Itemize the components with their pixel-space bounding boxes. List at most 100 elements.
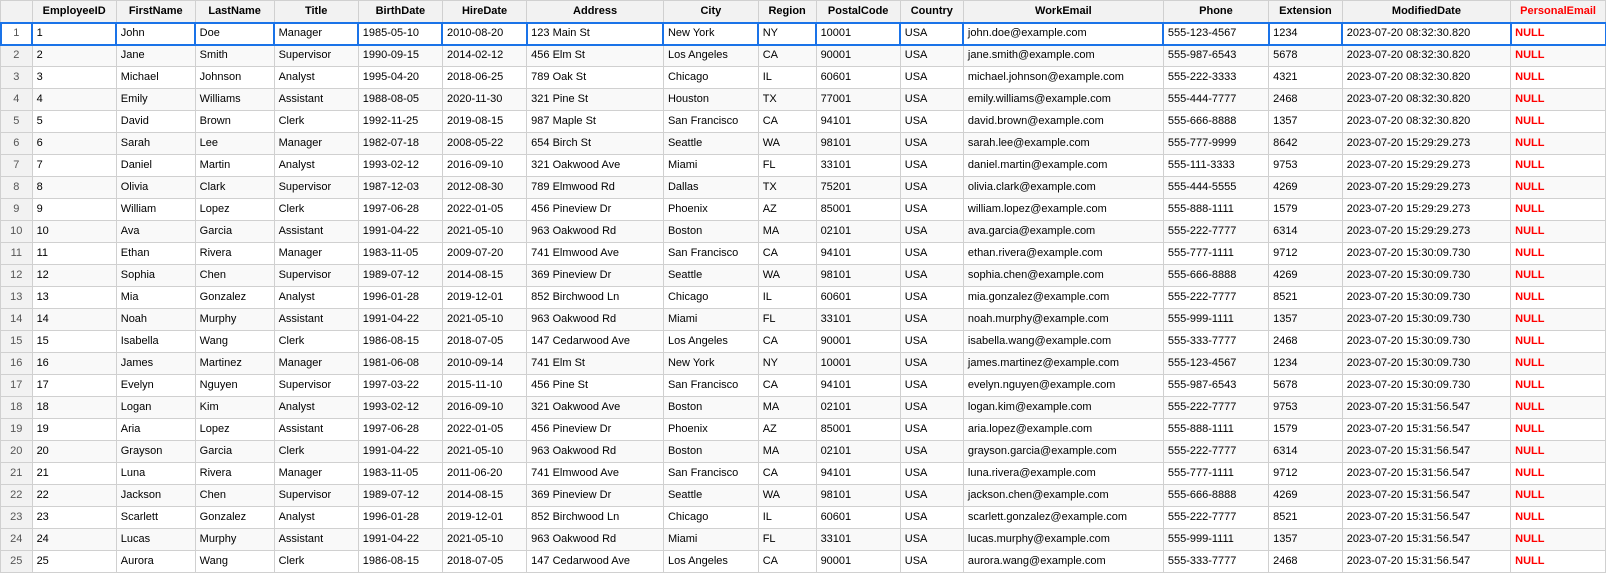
cell-LastName[interactable]: Lopez	[195, 199, 274, 221]
cell-Extension[interactable]: 1234	[1269, 23, 1343, 45]
cell-City[interactable]: Chicago	[663, 287, 758, 309]
table-row[interactable]: 22JaneSmithSupervisor1990-09-152014-02-1…	[1, 45, 1606, 67]
cell-PostalCode[interactable]: 75201	[816, 177, 900, 199]
table-row[interactable]: 1212SophiaChenSupervisor1989-07-122014-0…	[1, 265, 1606, 287]
cell-EmployeeID[interactable]: 22	[32, 485, 116, 507]
cell-PersonalEmail[interactable]: NULL	[1511, 199, 1606, 221]
cell-ModifiedDate[interactable]: 2023-07-20 08:32:30.820	[1342, 67, 1510, 89]
cell-WorkEmail[interactable]: john.doe@example.com	[963, 23, 1163, 45]
cell-City[interactable]: San Francisco	[663, 111, 758, 133]
cell-BirthDate[interactable]: 1981-06-08	[358, 353, 442, 375]
cell-City[interactable]: Seattle	[663, 485, 758, 507]
cell-rownum[interactable]: 17	[1, 375, 33, 397]
cell-EmployeeID[interactable]: 5	[32, 111, 116, 133]
cell-HireDate[interactable]: 2010-09-14	[442, 353, 526, 375]
table-row[interactable]: 2525AuroraWangClerk1986-08-152018-07-051…	[1, 551, 1606, 573]
cell-HireDate[interactable]: 2019-08-15	[442, 111, 526, 133]
cell-LastName[interactable]: Clark	[195, 177, 274, 199]
cell-City[interactable]: New York	[663, 353, 758, 375]
column-header-City[interactable]: City	[663, 1, 758, 23]
cell-PostalCode[interactable]: 60601	[816, 507, 900, 529]
cell-HireDate[interactable]: 2021-05-10	[442, 221, 526, 243]
cell-BirthDate[interactable]: 1986-08-15	[358, 551, 442, 573]
cell-Country[interactable]: USA	[900, 331, 963, 353]
cell-Address[interactable]: 369 Pineview Dr	[527, 265, 664, 287]
cell-Region[interactable]: AZ	[758, 199, 816, 221]
cell-PostalCode[interactable]: 94101	[816, 463, 900, 485]
cell-LastName[interactable]: Rivera	[195, 463, 274, 485]
cell-PostalCode[interactable]: 02101	[816, 441, 900, 463]
cell-LastName[interactable]: Gonzalez	[195, 507, 274, 529]
cell-PersonalEmail[interactable]: NULL	[1511, 67, 1606, 89]
column-header-LastName[interactable]: LastName	[195, 1, 274, 23]
cell-ModifiedDate[interactable]: 2023-07-20 15:31:56.547	[1342, 463, 1510, 485]
cell-LastName[interactable]: Garcia	[195, 441, 274, 463]
column-header-rownum[interactable]	[1, 1, 33, 23]
cell-PostalCode[interactable]: 98101	[816, 485, 900, 507]
cell-EmployeeID[interactable]: 9	[32, 199, 116, 221]
cell-Extension[interactable]: 1579	[1269, 419, 1343, 441]
cell-Region[interactable]: CA	[758, 551, 816, 573]
cell-HireDate[interactable]: 2021-05-10	[442, 441, 526, 463]
cell-WorkEmail[interactable]: jackson.chen@example.com	[963, 485, 1163, 507]
cell-PersonalEmail[interactable]: NULL	[1511, 529, 1606, 551]
cell-PersonalEmail[interactable]: NULL	[1511, 463, 1606, 485]
cell-HireDate[interactable]: 2011-06-20	[442, 463, 526, 485]
cell-EmployeeID[interactable]: 8	[32, 177, 116, 199]
cell-ModifiedDate[interactable]: 2023-07-20 08:32:30.820	[1342, 23, 1510, 45]
cell-Country[interactable]: USA	[900, 309, 963, 331]
cell-PostalCode[interactable]: 90001	[816, 551, 900, 573]
cell-ModifiedDate[interactable]: 2023-07-20 15:30:09.730	[1342, 309, 1510, 331]
cell-LastName[interactable]: Wang	[195, 551, 274, 573]
cell-HireDate[interactable]: 2016-09-10	[442, 155, 526, 177]
table-row[interactable]: 1818LoganKimAnalyst1993-02-122016-09-103…	[1, 397, 1606, 419]
cell-HireDate[interactable]: 2015-11-10	[442, 375, 526, 397]
cell-rownum[interactable]: 11	[1, 243, 33, 265]
cell-Region[interactable]: WA	[758, 265, 816, 287]
cell-PersonalEmail[interactable]: NULL	[1511, 375, 1606, 397]
cell-PersonalEmail[interactable]: NULL	[1511, 265, 1606, 287]
cell-LastName[interactable]: Rivera	[195, 243, 274, 265]
cell-FirstName[interactable]: Ethan	[116, 243, 195, 265]
cell-rownum[interactable]: 14	[1, 309, 33, 331]
cell-Extension[interactable]: 2468	[1269, 551, 1343, 573]
cell-Address[interactable]: 456 Pineview Dr	[527, 199, 664, 221]
cell-Phone[interactable]: 555-123-4567	[1163, 353, 1268, 375]
cell-FirstName[interactable]: Michael	[116, 67, 195, 89]
cell-BirthDate[interactable]: 1993-02-12	[358, 155, 442, 177]
cell-HireDate[interactable]: 2022-01-05	[442, 199, 526, 221]
cell-Region[interactable]: FL	[758, 529, 816, 551]
cell-Address[interactable]: 741 Elmwood Ave	[527, 243, 664, 265]
cell-LastName[interactable]: Lopez	[195, 419, 274, 441]
cell-Extension[interactable]: 8521	[1269, 507, 1343, 529]
cell-Extension[interactable]: 9753	[1269, 397, 1343, 419]
cell-Phone[interactable]: 555-444-5555	[1163, 177, 1268, 199]
cell-City[interactable]: Miami	[663, 529, 758, 551]
cell-BirthDate[interactable]: 1989-07-12	[358, 265, 442, 287]
cell-FirstName[interactable]: Mia	[116, 287, 195, 309]
cell-LastName[interactable]: Garcia	[195, 221, 274, 243]
table-row[interactable]: 2222JacksonChenSupervisor1989-07-122014-…	[1, 485, 1606, 507]
cell-Address[interactable]: 789 Oak St	[527, 67, 664, 89]
cell-Phone[interactable]: 555-222-7777	[1163, 507, 1268, 529]
cell-Country[interactable]: USA	[900, 67, 963, 89]
cell-Country[interactable]: USA	[900, 375, 963, 397]
cell-Address[interactable]: 987 Maple St	[527, 111, 664, 133]
cell-LastName[interactable]: Murphy	[195, 529, 274, 551]
table-row[interactable]: 55DavidBrownClerk1992-11-252019-08-15987…	[1, 111, 1606, 133]
cell-WorkEmail[interactable]: jane.smith@example.com	[963, 45, 1163, 67]
cell-LastName[interactable]: Williams	[195, 89, 274, 111]
cell-PersonalEmail[interactable]: NULL	[1511, 309, 1606, 331]
column-header-PersonalEmail[interactable]: PersonalEmail	[1511, 1, 1606, 23]
cell-WorkEmail[interactable]: grayson.garcia@example.com	[963, 441, 1163, 463]
table-row[interactable]: 1717EvelynNguyenSupervisor1997-03-222015…	[1, 375, 1606, 397]
cell-EmployeeID[interactable]: 14	[32, 309, 116, 331]
cell-PersonalEmail[interactable]: NULL	[1511, 177, 1606, 199]
cell-BirthDate[interactable]: 1982-07-18	[358, 133, 442, 155]
cell-WorkEmail[interactable]: david.brown@example.com	[963, 111, 1163, 133]
cell-PostalCode[interactable]: 77001	[816, 89, 900, 111]
cell-WorkEmail[interactable]: scarlett.gonzalez@example.com	[963, 507, 1163, 529]
cell-Extension[interactable]: 2468	[1269, 331, 1343, 353]
cell-Country[interactable]: USA	[900, 507, 963, 529]
cell-Region[interactable]: CA	[758, 111, 816, 133]
